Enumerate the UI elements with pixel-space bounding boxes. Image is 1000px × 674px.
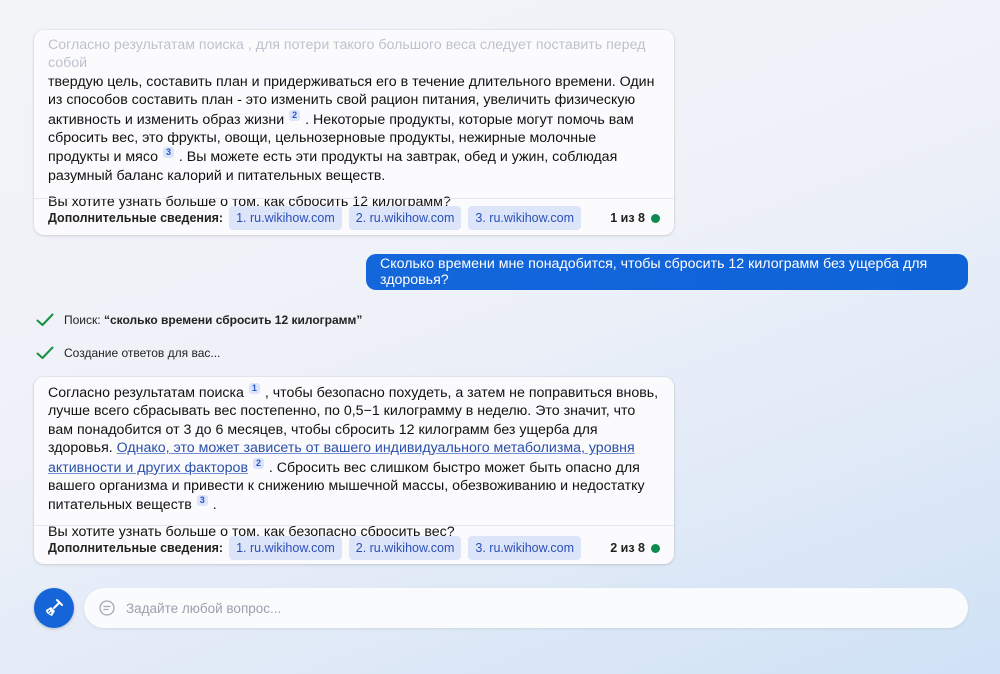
check-icon — [36, 313, 54, 326]
response-counter: 1 из 8 — [610, 209, 660, 227]
citation-3[interactable]: 3 — [196, 495, 208, 507]
reference-link[interactable]: 3. ru.wikihow.com — [468, 536, 582, 561]
reference-link[interactable]: 1. ru.wikihow.com — [229, 206, 342, 231]
chat-input-container — [84, 588, 968, 628]
citation-3[interactable]: 3 — [162, 147, 174, 159]
bot-message-1: Согласно результатам поиска , для потери… — [34, 30, 674, 235]
status-dot — [651, 543, 660, 553]
message-1-body: твердую цель, составить план и придержив… — [48, 73, 655, 184]
chat-bubble-icon — [99, 600, 115, 616]
reference-link[interactable]: 2. ru.wikihow.com — [348, 206, 462, 231]
response-counter: 2 из 8 — [610, 539, 660, 557]
broom-icon — [46, 599, 63, 616]
references-bar: Дополнительные сведения: 1. ru.wikihow.c… — [48, 536, 660, 561]
references-label: Дополнительные сведения: — [48, 541, 224, 555]
citation-2[interactable]: 2 — [252, 457, 264, 469]
divider — [34, 525, 674, 526]
chat-input[interactable] — [126, 600, 926, 616]
citation-1[interactable]: 1 — [248, 383, 260, 394]
bot-message-2: Согласно результатам поиска 1 , чтобы бе… — [34, 377, 674, 564]
references-label: Дополнительные сведения: — [48, 211, 224, 225]
user-message: Сколько времени мне понадобится, чтобы с… — [366, 254, 968, 290]
reference-link[interactable]: 2. ru.wikihow.com — [348, 536, 462, 561]
status-search: Поиск: “сколько времени сбросить 12 кило… — [36, 313, 362, 327]
message-2-body: Согласно результатам поиска 1 , чтобы бе… — [48, 383, 659, 514]
references-bar: Дополнительные сведения: 1. ru.wikihow.c… — [48, 206, 660, 231]
status-generating: Создание ответов для вас... — [36, 346, 220, 360]
reference-link[interactable]: 3. ru.wikihow.com — [468, 206, 582, 231]
faded-text: Согласно результатам поиска , для потери… — [48, 37, 646, 72]
search-query: “сколько времени сбросить 12 килограмм” — [103, 313, 363, 327]
reference-link[interactable]: 1. ru.wikihow.com — [229, 536, 342, 561]
check-icon — [36, 346, 54, 359]
divider — [34, 198, 674, 199]
status-dot — [651, 213, 660, 223]
citation-2[interactable]: 2 — [289, 109, 301, 121]
new-topic-button[interactable] — [34, 588, 74, 628]
